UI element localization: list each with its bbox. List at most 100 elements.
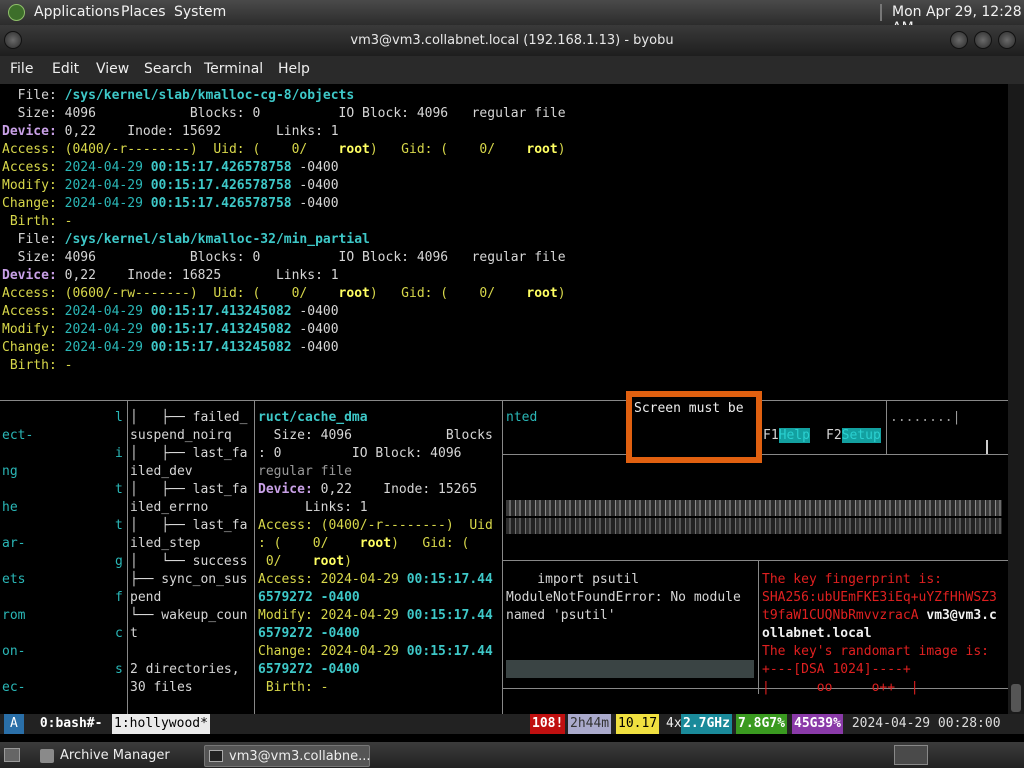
pane-left-line: ec-: [2, 680, 26, 695]
stat2-size: Size: 4096 Blocks: 0 IO Block: 4096 regu…: [2, 250, 566, 265]
close-icon[interactable]: [998, 31, 1016, 49]
top-panel: Applications Places System Mon Apr 29, 1…: [0, 0, 1024, 36]
stat2-modify: Modify: 2024-04-29 00:15:17.413245082 -0…: [2, 321, 339, 339]
places-menu[interactable]: Places: [121, 4, 166, 20]
f1-key[interactable]: F1Help: [763, 427, 810, 445]
pane-stat-line: regular file: [258, 464, 352, 479]
minimize-icon[interactable]: [950, 31, 968, 49]
menu-file[interactable]: File: [10, 61, 33, 77]
pane-tree-line: │ ├── last_fa: [130, 482, 248, 497]
task-archive-manager[interactable]: Archive Manager: [36, 745, 198, 767]
text: ) Gid: (: [391, 536, 470, 551]
archive-icon: [40, 749, 54, 763]
time: 00:15:17.426578758: [150, 178, 292, 193]
pane-left-line: on-: [2, 644, 26, 659]
pane-fragment: nted: [506, 410, 538, 425]
noise-block: [506, 500, 1002, 516]
python-import: import psutil: [506, 572, 640, 587]
pane-tree-line: │ ├── failed_: [130, 410, 248, 425]
pane-tree-line: pend: [130, 590, 162, 605]
uid: root: [338, 142, 370, 157]
label: Access:: [2, 304, 65, 319]
tz: -0400: [291, 196, 339, 211]
file-path: /sys/kernel/slab/kmalloc-cg-8/objects: [64, 88, 355, 103]
perm: Access: (0400/-r--------) Uid: ( 0/: [2, 142, 339, 157]
pane-left-line: ar-: [2, 536, 26, 551]
disk: 45G39%: [792, 714, 843, 734]
menu-terminal[interactable]: Terminal: [204, 61, 263, 77]
task-terminal[interactable]: vm3@vm3.collabne...: [204, 745, 371, 767]
applications-menu[interactable]: Applications: [34, 4, 120, 20]
pane-left-line: he: [2, 500, 18, 515]
pane-tree-line: │ ├── last_fa: [130, 518, 248, 533]
updates-badge: 108!: [530, 714, 566, 734]
menu-help[interactable]: Help: [278, 61, 310, 77]
label: F1: [763, 428, 779, 443]
text: Access: 2024-04-29: [258, 572, 407, 587]
pane-left-line: ets: [2, 572, 26, 587]
file-path: /sys/kernel/slab/kmalloc-32/min_partial: [64, 232, 370, 247]
pane-left-line: ng: [2, 464, 18, 479]
stat1-birth: Birth: -: [2, 214, 73, 229]
progress-dots: ........|: [890, 410, 961, 425]
separator-handle-icon: [880, 4, 882, 21]
uptime: 2h44m: [568, 714, 612, 734]
distro-logo-icon[interactable]: [8, 4, 25, 21]
value: 0,22 Inode: 15265: [312, 482, 478, 497]
label: Device:: [2, 268, 57, 283]
maximize-icon[interactable]: [974, 31, 992, 49]
label: F2: [826, 428, 842, 443]
date: 2024-04-29: [64, 160, 151, 175]
progress-bar: [506, 660, 754, 678]
workspace-switcher-icon[interactable]: [894, 745, 928, 765]
terminal-area[interactable]: File: /sys/kernel/slab/kmalloc-cg-8/obje…: [0, 84, 1008, 714]
key-line: t9faW1CUQNbRmvvzracA vm3@vm3.c: [762, 607, 997, 625]
label: Change:: [2, 196, 65, 211]
key-line: The key fingerprint is:: [762, 572, 943, 587]
pane-tree-line: suspend_noirq: [130, 428, 232, 443]
setup-label: Setup: [841, 428, 881, 443]
terminal-icon: [209, 750, 223, 762]
pane-stat-line: Size: 4096 Blocks: [258, 428, 493, 443]
pane-left-char: s: [115, 662, 123, 677]
menu-edit[interactable]: Edit: [52, 61, 79, 77]
window-1[interactable]: 1:hollywood*: [112, 714, 210, 734]
text: : ( 0/: [258, 536, 360, 551]
python-error: ModuleNotFoundError: No module: [506, 590, 741, 605]
task-label: vm3@vm3.collabne...: [229, 749, 371, 764]
scrollbar-thumb[interactable]: [1011, 684, 1021, 712]
tz: -0400: [291, 340, 339, 355]
stat1-device: Device: 0,22 Inode: 15692 Links: 1: [2, 123, 339, 141]
pane-stat-line: Links: 1: [258, 500, 368, 515]
cpu-freq: 2.7GHz: [681, 714, 732, 734]
time: 00:15:17.426578758: [150, 160, 292, 175]
text: Modify: 2024-04-29: [258, 608, 407, 623]
pane-left-char: t: [115, 518, 123, 533]
screen-warning-box: Screen must be: [626, 391, 762, 463]
noise-block: [506, 518, 1002, 534]
tz: -0400: [291, 178, 339, 193]
f2-key[interactable]: F2Setup: [826, 427, 881, 445]
window-0[interactable]: 0:bash#-: [30, 714, 112, 734]
uid: root: [359, 536, 392, 551]
show-desktop-icon[interactable]: [4, 748, 20, 762]
pane-stat-uid: : ( 0/ root) Gid: (: [258, 535, 469, 553]
menu-search[interactable]: Search: [144, 61, 192, 77]
pane-left-char: g: [115, 554, 123, 569]
label: File:: [2, 88, 65, 103]
scrollbar[interactable]: [1008, 84, 1024, 714]
time: 00:15:17.413245082: [150, 304, 292, 319]
stat1-modify: Modify: 2024-04-29 00:15:17.426578758 -0…: [2, 177, 339, 195]
menu-view[interactable]: View: [96, 61, 129, 77]
pane-stat-gid: 0/ root): [258, 553, 352, 571]
pane-stat-path: ruct/cache_dma: [258, 410, 368, 425]
pane-divider: [502, 560, 1008, 561]
window-titlebar[interactable]: vm3@vm3.collabnet.local (192.168.1.13) -…: [0, 25, 1024, 56]
time: 00:15:17.413245082: [150, 340, 292, 355]
pane-tree-line: │ ├── last_fa: [130, 446, 248, 461]
stat1-change: Change: 2024-04-29 00:15:17.426578758 -0…: [2, 195, 339, 213]
time: 00:15:17.44: [406, 572, 493, 587]
window-menu-icon[interactable]: [4, 31, 22, 49]
system-menu[interactable]: System: [174, 4, 226, 20]
gid-label: ) Gid: ( 0/: [369, 142, 527, 157]
